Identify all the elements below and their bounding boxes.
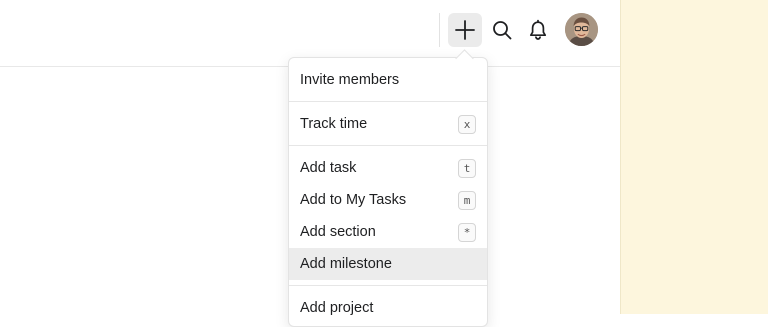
menu-item-label: Add task (300, 160, 357, 176)
shortcut-key: * (458, 222, 476, 242)
search-icon (493, 21, 512, 40)
menu-item-add-section[interactable]: Add section * (289, 216, 487, 248)
menu-item-label: Add to My Tasks (300, 192, 407, 208)
menu-item-track-time[interactable]: Track time x (289, 108, 487, 140)
search-button[interactable] (485, 13, 519, 47)
menu-item-invite-members[interactable]: Invite members (289, 64, 487, 96)
menu-item-add-project[interactable]: Add project (289, 292, 487, 324)
menu-item-label: Add section (300, 224, 376, 240)
notifications-button[interactable] (521, 13, 555, 47)
menu-divider (289, 285, 487, 286)
menu-item-add-task[interactable]: Add task t (289, 152, 487, 184)
avatar-image (565, 13, 598, 46)
user-avatar[interactable] (565, 13, 598, 46)
shortcut-key: x (458, 114, 476, 134)
shortcut-key: t (458, 158, 476, 178)
plus-icon (455, 20, 475, 40)
shortcut-key: m (458, 190, 476, 210)
create-dropdown-menu: Invite members Track time x Add task t A… (288, 57, 488, 327)
create-button[interactable] (448, 13, 482, 47)
menu-item-label: Track time (300, 116, 368, 132)
menu-item-label: Invite members (300, 72, 400, 88)
bell-icon (529, 19, 547, 40)
main-app-area: Invite members Track time x Add task t A… (0, 0, 620, 327)
menu-divider (289, 101, 487, 102)
menu-item-label: Add milestone (300, 256, 392, 272)
menu-divider (289, 145, 487, 146)
topbar-divider (439, 13, 440, 47)
side-panel (620, 0, 768, 314)
menu-item-add-milestone[interactable]: Add milestone (289, 248, 487, 280)
menu-item-add-to-my-tasks[interactable]: Add to My Tasks m (289, 184, 487, 216)
